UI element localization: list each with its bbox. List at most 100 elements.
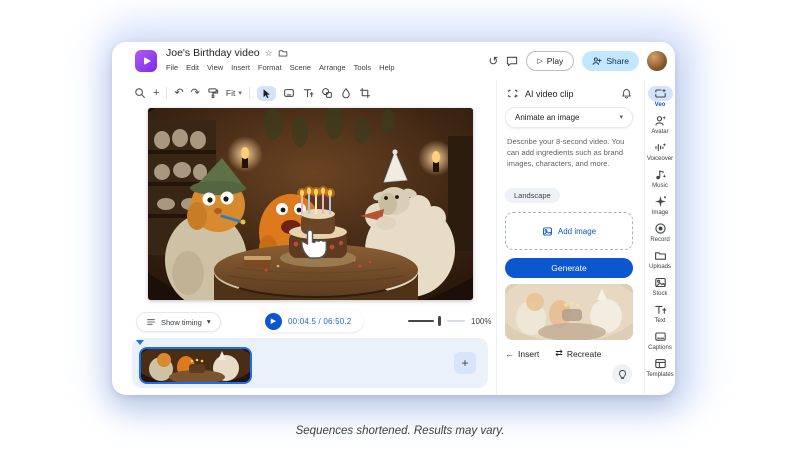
redo-icon[interactable]: ↷: [191, 88, 200, 99]
rail-label: Text: [654, 318, 665, 324]
play-outline-icon: ▷: [537, 57, 542, 65]
show-timing-caret-icon: ▾: [207, 318, 211, 326]
menu-bar: File Edit View Insert Format Scene Arran…: [166, 63, 395, 72]
menu-scene[interactable]: Scene: [290, 63, 311, 72]
rail-label: Stock: [652, 291, 667, 297]
zoom-slider-track-filled[interactable]: [408, 320, 434, 322]
show-timing-button[interactable]: Show timing ▾: [136, 312, 221, 332]
play-button[interactable]: ▷ Play: [526, 51, 574, 71]
share-people-icon: [592, 56, 602, 66]
toolbar-divider: [166, 87, 167, 99]
notification-bell-icon[interactable]: [621, 88, 632, 99]
move-folder-icon[interactable]: [278, 48, 288, 58]
zoom-slider-thumb[interactable]: [438, 316, 441, 326]
panel-header: AI video clip: [507, 88, 574, 100]
preview-loading-wash: [505, 284, 633, 340]
edit-toolbar: + ↶ ↷ Fit ▾: [134, 83, 371, 103]
menu-format[interactable]: Format: [258, 63, 282, 72]
share-button[interactable]: Share: [582, 51, 639, 71]
sidebar-item-captions[interactable]: Captions: [645, 326, 675, 353]
image-spark-icon: [654, 195, 667, 208]
menu-arrange[interactable]: Arrange: [319, 63, 346, 72]
panel-title: AI video clip: [525, 89, 574, 99]
timeline-playhead[interactable]: [136, 340, 144, 345]
sidebar-item-image[interactable]: Image: [645, 191, 675, 218]
music-icon: [654, 168, 667, 181]
star-icon[interactable]: ☆: [265, 49, 273, 58]
undo-icon[interactable]: ↶: [174, 88, 183, 99]
add-scene-button[interactable]: +: [454, 352, 476, 374]
title-row: Joe's Birthday video ☆: [166, 47, 288, 59]
playback-controls: ▶ 00:04.5 / 06:50.2: [262, 310, 363, 332]
avatar-icon: [654, 114, 667, 127]
sidebar-item-veo[interactable]: Veo: [645, 83, 675, 110]
mode-select-value: Animate an image: [515, 113, 619, 122]
fit-zoom-select[interactable]: Fit ▾: [226, 88, 242, 98]
page: Joe's Birthday video ☆ File Edit View In…: [0, 0, 800, 450]
menu-edit[interactable]: Edit: [186, 63, 199, 72]
zoom-slider-track-empty[interactable]: [447, 320, 465, 322]
menu-file[interactable]: File: [166, 63, 178, 72]
document-title[interactable]: Joe's Birthday video: [166, 47, 260, 59]
timeline-play-button[interactable]: ▶: [265, 313, 282, 330]
zoom-tool-icon[interactable]: [134, 87, 146, 99]
add-image-label: Add image: [558, 227, 596, 236]
generate-label: Generate: [551, 263, 586, 273]
sidebar-item-music[interactable]: Music: [645, 164, 675, 191]
zoom-level-value[interactable]: 100%: [471, 317, 491, 326]
comment-icon[interactable]: [506, 55, 518, 67]
scene-thumbnail[interactable]: [139, 347, 252, 384]
play-button-label: Play: [547, 56, 564, 66]
rail-label: Veo: [655, 102, 666, 108]
rail-label: Uploads: [649, 264, 671, 270]
add-image-button[interactable]: Add image: [505, 212, 633, 250]
video-canvas[interactable]: [148, 108, 473, 300]
generated-preview[interactable]: [505, 284, 633, 340]
vids-logo[interactable]: [135, 50, 157, 72]
select-tool-icon[interactable]: [257, 86, 276, 101]
veo-icon: [654, 87, 667, 100]
version-history-icon[interactable]: ↺: [488, 55, 498, 67]
sidebar-item-uploads[interactable]: Uploads: [645, 245, 675, 272]
preview-actions: ← Insert ⇄ Recreate: [505, 348, 633, 359]
show-timing-label: Show timing: [161, 318, 202, 327]
menu-view[interactable]: View: [207, 63, 223, 72]
voiceover-icon: [654, 141, 667, 154]
menu-help[interactable]: Help: [379, 63, 394, 72]
menu-insert[interactable]: Insert: [231, 63, 250, 72]
recreate-button[interactable]: ⇄ Recreate: [555, 348, 601, 359]
templates-icon: [654, 357, 667, 370]
aspect-ratio-chip[interactable]: Landscape: [505, 188, 560, 203]
sidebar-item-text[interactable]: Text: [645, 299, 675, 326]
insert-label: Insert: [518, 349, 539, 359]
prompt-input[interactable]: Describe your 8-second video. You can ad…: [507, 136, 631, 169]
rail-label: Music: [652, 183, 668, 189]
text-tool-icon[interactable]: [302, 87, 314, 99]
paint-format-icon[interactable]: [207, 87, 219, 99]
theme-tool-icon[interactable]: [340, 87, 352, 99]
recreate-label: Recreate: [567, 349, 602, 359]
sidebar-item-templates[interactable]: Templates: [645, 353, 675, 380]
tips-button[interactable]: [612, 364, 632, 384]
image-icon: [542, 226, 553, 237]
menu-tools[interactable]: Tools: [354, 63, 372, 72]
mode-select-dropdown[interactable]: Animate an image ▾: [505, 107, 633, 128]
ai-video-clip-panel: AI video clip Animate an image ▾ Describ…: [496, 80, 642, 395]
insert-rail: Veo Avatar Voiceover Music Image Record: [644, 80, 675, 395]
sidebar-item-stock[interactable]: Stock: [645, 272, 675, 299]
captions-icon: [654, 330, 667, 343]
sidebar-item-avatar[interactable]: Avatar: [645, 110, 675, 137]
shapes-tool-icon[interactable]: [321, 87, 333, 99]
generate-button[interactable]: Generate: [505, 258, 633, 278]
crop-tool-icon[interactable]: [359, 87, 371, 99]
insert-button[interactable]: ← Insert: [505, 349, 539, 359]
account-avatar[interactable]: [647, 51, 667, 71]
sidebar-item-record[interactable]: Record: [645, 218, 675, 245]
zoom-in-icon[interactable]: +: [153, 88, 159, 99]
scene-thumbnail-image: [141, 349, 250, 382]
stock-media-icon: [654, 276, 667, 289]
scene-tool-icon[interactable]: [283, 87, 295, 99]
sidebar-item-voiceover[interactable]: Voiceover: [645, 137, 675, 164]
rail-label: Image: [652, 210, 669, 216]
timecode: 00:04.5 / 06:50.2: [288, 317, 351, 326]
